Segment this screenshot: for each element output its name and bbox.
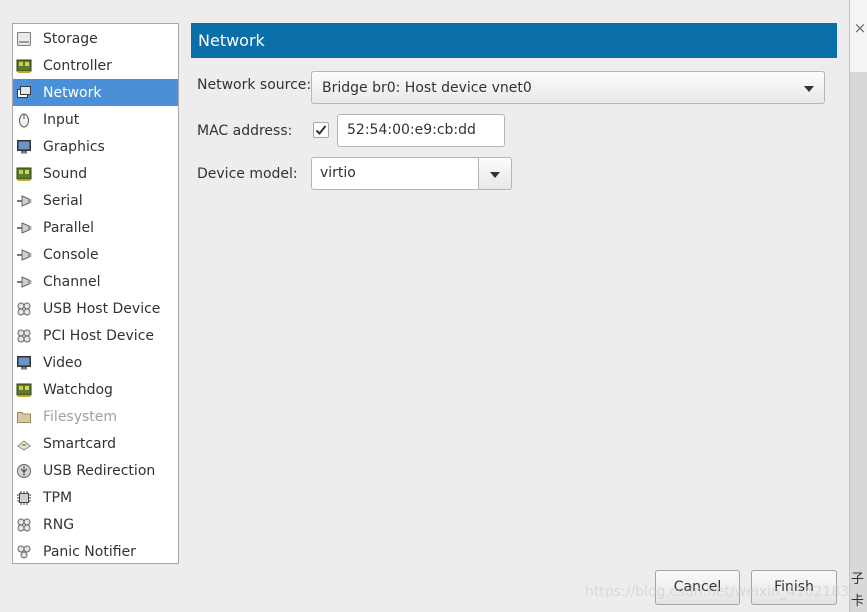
pci-host-icon bbox=[16, 328, 32, 344]
chevron-down-icon[interactable] bbox=[490, 172, 500, 178]
background-window-edge: × 子 卡 bbox=[849, 0, 867, 612]
serial-plug-icon bbox=[16, 193, 32, 209]
sidebar-item-pci-host-device[interactable]: PCI Host Device bbox=[13, 322, 178, 349]
smartcard-icon bbox=[16, 436, 32, 452]
page-title: Network bbox=[191, 23, 837, 58]
sidebar-item-label: TPM bbox=[43, 489, 73, 506]
sidebar-item-network[interactable]: Network bbox=[13, 79, 178, 106]
network-icon bbox=[16, 85, 32, 101]
sidebar-item-filesystem[interactable]: Filesystem bbox=[13, 403, 178, 430]
sidebar-item-label: Filesystem bbox=[43, 408, 118, 425]
chevron-down-icon[interactable] bbox=[804, 86, 814, 92]
sidebar-item-label: USB Redirection bbox=[43, 462, 156, 479]
sidebar-item-label: USB Host Device bbox=[43, 300, 161, 317]
sidebar-item-graphics[interactable]: Graphics bbox=[13, 133, 178, 160]
sidebar-item-label: Parallel bbox=[43, 219, 95, 236]
network-source-combo[interactable]: Bridge br0: Host device vnet0 bbox=[311, 71, 825, 104]
add-hardware-window: Storage Controller Network Input Graphics Sou… bbox=[0, 0, 858, 612]
sidebar-item-label: Network bbox=[43, 84, 102, 101]
video-monitor-icon bbox=[16, 355, 32, 371]
usb-redirection-icon bbox=[16, 463, 32, 479]
parallel-plug-icon bbox=[16, 220, 32, 236]
device-model-value: virtio bbox=[320, 165, 356, 181]
rng-icon bbox=[16, 517, 32, 533]
sidebar-item-label: Serial bbox=[43, 192, 83, 209]
usb-host-icon bbox=[16, 301, 32, 317]
sidebar-item-input[interactable]: Input bbox=[13, 106, 178, 133]
panic-notifier-icon bbox=[16, 544, 32, 560]
sidebar-item-label: Channel bbox=[43, 273, 101, 290]
device-model-entry[interactable]: virtio bbox=[311, 157, 479, 190]
console-plug-icon bbox=[16, 247, 32, 263]
watchdog-card-icon bbox=[16, 382, 32, 398]
controller-icon bbox=[16, 58, 32, 74]
sidebar-item-channel[interactable]: Channel bbox=[13, 268, 178, 295]
network-source-value: Bridge br0: Host device vnet0 bbox=[322, 80, 532, 96]
sidebar-item-label: Input bbox=[43, 111, 80, 128]
sidebar-item-label: RNG bbox=[43, 516, 75, 533]
sound-card-icon bbox=[16, 166, 32, 182]
cancel-button[interactable]: Cancel bbox=[655, 570, 740, 605]
sidebar-item-serial[interactable]: Serial bbox=[13, 187, 178, 214]
checkmark-icon bbox=[315, 125, 327, 135]
background-text: 卡 bbox=[851, 594, 865, 609]
hardware-type-list[interactable]: Storage Controller Network Input Graphics Sou… bbox=[12, 23, 179, 564]
sidebar-item-label: Console bbox=[43, 246, 99, 263]
folder-icon bbox=[16, 409, 32, 425]
device-model-dropdown-button[interactable] bbox=[478, 157, 512, 190]
storage-icon bbox=[16, 31, 32, 47]
sidebar-item-label: Watchdog bbox=[43, 381, 113, 398]
finish-button[interactable]: Finish bbox=[751, 570, 837, 605]
sidebar-item-label: Graphics bbox=[43, 138, 105, 155]
network-source-label: Network source: bbox=[197, 77, 312, 93]
sidebar-item-storage[interactable]: Storage bbox=[13, 25, 178, 52]
sidebar-item-tpm[interactable]: TPM bbox=[13, 484, 178, 511]
sidebar-item-usb-redirection[interactable]: USB Redirection bbox=[13, 457, 178, 484]
sidebar-item-video[interactable]: Video bbox=[13, 349, 178, 376]
sidebar-item-label: Sound bbox=[43, 165, 88, 182]
mac-address-value: 52:54:00:e9:cb:dd bbox=[347, 122, 476, 138]
mouse-icon bbox=[16, 112, 32, 128]
mac-address-label: MAC address: bbox=[197, 123, 293, 139]
channel-plug-icon bbox=[16, 274, 32, 290]
sidebar-item-label: Controller bbox=[43, 57, 112, 74]
mac-address-field[interactable]: 52:54:00:e9:cb:dd bbox=[337, 114, 505, 147]
sidebar-item-rng[interactable]: RNG bbox=[13, 511, 178, 538]
sidebar-item-usb-host-device[interactable]: USB Host Device bbox=[13, 295, 178, 322]
sidebar-item-smartcard[interactable]: Smartcard bbox=[13, 430, 178, 457]
tpm-chip-icon bbox=[16, 490, 32, 506]
sidebar-item-label: Video bbox=[43, 354, 83, 371]
sidebar-item-sound[interactable]: Sound bbox=[13, 160, 178, 187]
mac-address-checkbox[interactable] bbox=[313, 122, 329, 138]
monitor-icon bbox=[16, 139, 32, 155]
background-text: 子 bbox=[851, 572, 865, 587]
close-icon[interactable]: × bbox=[852, 17, 867, 39]
sidebar-item-label: PCI Host Device bbox=[43, 327, 155, 344]
sidebar-item-parallel[interactable]: Parallel bbox=[13, 214, 178, 241]
sidebar-item-label: Storage bbox=[43, 30, 98, 47]
sidebar-item-panic-notifier[interactable]: Panic Notifier bbox=[13, 538, 178, 565]
sidebar-item-console[interactable]: Console bbox=[13, 241, 178, 268]
sidebar-item-controller[interactable]: Controller bbox=[13, 52, 178, 79]
sidebar-item-label: Smartcard bbox=[43, 435, 117, 452]
device-model-label: Device model: bbox=[197, 166, 298, 182]
sidebar-item-label: Panic Notifier bbox=[43, 543, 136, 560]
sidebar-item-watchdog[interactable]: Watchdog bbox=[13, 376, 178, 403]
